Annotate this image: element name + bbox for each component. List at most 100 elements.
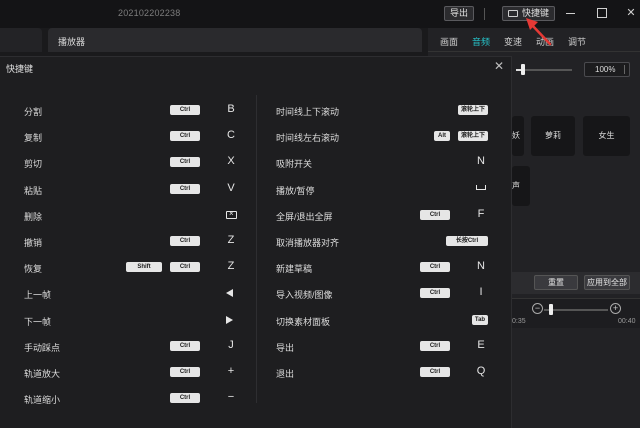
zoom-in-icon[interactable]: + <box>610 303 621 314</box>
key-label: E <box>477 338 485 351</box>
key-label: Z <box>227 234 235 246</box>
key-label: V <box>227 181 235 194</box>
modifier-key-badge: 滚轮上下 <box>458 131 488 142</box>
title-divider <box>484 8 485 20</box>
voice-card[interactable]: 女生 <box>583 116 630 156</box>
modifier-key-badge: Shift <box>126 262 162 273</box>
modifier-key-badge: Ctrl <box>170 262 200 273</box>
shortcut-row: 切换素材面板 Tab <box>276 313 488 329</box>
key-label: B <box>227 103 235 115</box>
modifier-key-badge: Ctrl <box>420 262 450 273</box>
zoom-out-icon[interactable]: − <box>532 303 543 314</box>
shortcut-name: 退出 <box>276 369 295 379</box>
keyboard-icon <box>508 10 518 17</box>
shortcut-row: 粘贴 V Ctrl <box>24 182 238 198</box>
shortcut-name: 全屏/退出全屏 <box>276 211 333 222</box>
modifier-key-badge: Ctrl <box>170 367 200 377</box>
key-label: I <box>479 286 483 299</box>
shortcut-name: 时间线左右滚动 <box>276 133 340 144</box>
shortcut-row: 恢复 Z Ctrl Shift <box>24 260 238 276</box>
voice-card[interactable]: 妖 <box>512 116 524 156</box>
modifier-key-badge: Ctrl <box>420 367 450 377</box>
close-window-icon[interactable]: ✕ <box>625 7 637 19</box>
dialog-title: 快捷键 <box>6 64 34 74</box>
timeline-zoom-handle[interactable] <box>549 304 553 315</box>
shortcut-name: 播放/暂停 <box>276 185 315 196</box>
space-key-icon <box>476 184 486 190</box>
modifier-key-badge: 滚轮上下 <box>458 105 488 115</box>
shortcut-row: 播放/暂停 <box>276 182 488 198</box>
voice-card[interactable]: 声 <box>512 166 530 206</box>
shortcut-name: 分割 <box>24 107 43 117</box>
shortcut-row: 吸附开关 N <box>276 155 488 171</box>
shortcut-name: 新建草稿 <box>276 264 313 275</box>
key-label: F <box>477 207 485 220</box>
player-title: 播放器 <box>58 37 86 47</box>
export-button[interactable]: 导出 <box>444 6 475 21</box>
tab-adjust[interactable]: 调节 <box>568 35 586 48</box>
shortcut-name: 复制 <box>24 133 43 144</box>
close-icon[interactable]: ✕ <box>493 60 505 72</box>
modifier-key-badge: Ctrl <box>420 209 450 220</box>
shortcut-name: 删除 <box>24 211 43 222</box>
key-label: − <box>227 391 235 404</box>
shortcut-row: 分割 B Ctrl <box>24 103 238 119</box>
volume-slider-handle[interactable] <box>521 64 525 75</box>
shortcut-row: 手动踩点 J Ctrl <box>24 339 238 355</box>
modifier-key-badge: Ctrl <box>170 131 200 142</box>
annotation-arrow-icon <box>526 18 552 46</box>
shortcut-row: 上一帧 <box>24 286 238 302</box>
shortcut-name: 切换素材面板 <box>276 316 331 327</box>
modifier-key-badge: Ctrl <box>170 340 200 351</box>
modifier-key-badge: Tab <box>472 314 488 325</box>
shortcut-row: 复制 C Ctrl <box>24 129 238 145</box>
voice-card[interactable]: 萝莉 <box>531 116 575 156</box>
shortcut-name: 粘贴 <box>24 185 43 196</box>
shortcut-row: 全屏/退出全屏 F Ctrl <box>276 208 488 224</box>
shortcut-name: 导入视频/图像 <box>276 290 333 301</box>
arrow-right-icon <box>226 315 233 324</box>
modifier-key-badge: Ctrl <box>170 236 200 246</box>
tab-speed[interactable]: 变速 <box>504 35 522 48</box>
key-label: J <box>228 338 234 351</box>
shortcut-row: 时间线上下滚动 滚轮上下 <box>276 103 488 119</box>
shortcut-row: 轨道放大 + Ctrl <box>24 365 238 381</box>
shortcut-row: 删除 <box>24 208 238 224</box>
shortcut-name: 取消播放器对齐 <box>276 238 340 248</box>
modifier-key-badge: Ctrl <box>170 183 200 194</box>
shortcut-name: 手动踩点 <box>24 342 61 353</box>
reset-button[interactable]: 重置 <box>534 275 578 290</box>
maximize-icon[interactable] <box>596 7 608 19</box>
key-label: N <box>477 155 485 168</box>
delete-key-icon <box>226 209 237 219</box>
shortcut-name: 撤销 <box>24 238 43 248</box>
column-divider <box>256 95 257 403</box>
shortcut-name: 轨道缩小 <box>24 395 61 406</box>
key-label: X <box>227 155 235 168</box>
media-panel-tab <box>0 28 42 52</box>
timeline-zoom-track[interactable] <box>544 309 608 311</box>
tab-audio[interactable]: 音频 <box>472 35 490 48</box>
tab-picture[interactable]: 画面 <box>440 35 458 48</box>
shortcut-row: 下一帧 <box>24 313 238 329</box>
modifier-key-badge: Ctrl <box>420 288 450 299</box>
shortcut-name: 剪切 <box>24 159 43 170</box>
shortcut-name: 时间线上下滚动 <box>276 107 340 117</box>
modifier-key-badge: Alt <box>434 131 450 142</box>
shortcut-row: 时间线左右滚动 滚轮上下 Alt <box>276 129 488 145</box>
shortcut-name: 恢复 <box>24 264 43 275</box>
shortcut-row: 撤销 Z Ctrl <box>24 234 238 250</box>
shortcut-row: 剪切 X Ctrl <box>24 155 238 171</box>
shortcut-row: 退出 Q Ctrl <box>276 365 488 381</box>
shortcut-name: 吸附开关 <box>276 159 313 170</box>
shortcut-name: 上一帧 <box>24 290 52 301</box>
key-label: N <box>477 260 485 273</box>
shortcut-row: 新建草稿 N Ctrl <box>276 260 488 276</box>
volume-percent-input[interactable]: 100% <box>584 62 630 77</box>
apply-all-button[interactable]: 应用到全部 <box>584 275 630 290</box>
shortcut-row: 导入视频/图像 I Ctrl <box>276 286 488 302</box>
minimize-icon[interactable] <box>565 7 577 19</box>
shortcut-row: 轨道缩小 − Ctrl <box>24 391 238 407</box>
modifier-key-badge: Ctrl <box>170 157 200 168</box>
timeline-time: 00:40 <box>618 318 636 325</box>
